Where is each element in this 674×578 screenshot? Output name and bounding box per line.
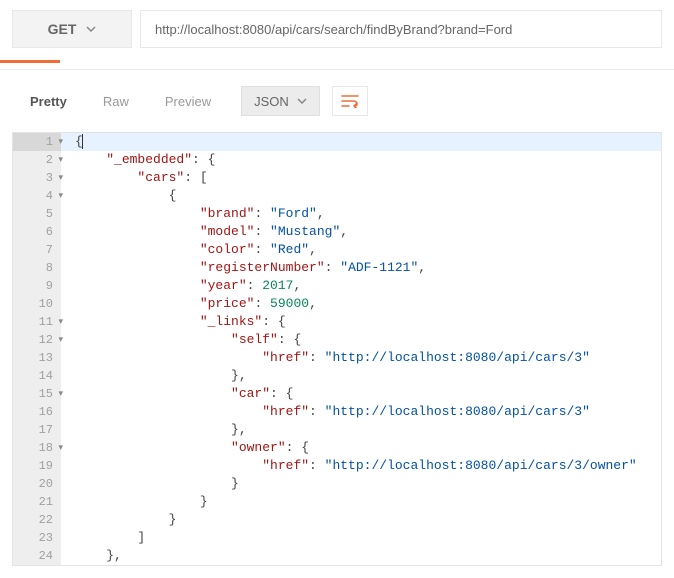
line-number: 12 [13,331,61,349]
code-content: "price": 59000, [61,295,661,313]
line-number: 24 [13,547,61,565]
code-content: "brand": "Ford", [61,205,661,223]
line-number: 9 [13,277,61,295]
line-number: 6 [13,223,61,241]
response-tabs: Pretty Raw Preview JSON [0,70,674,126]
line-number: 20 [13,475,61,493]
code-line[interactable]: 6 "model": "Mustang", [13,223,661,241]
code-content: "registerNumber": "ADF-1121", [61,259,661,277]
code-content: "cars": [ [61,169,661,187]
code-line[interactable]: 4 { [13,187,661,205]
format-dropdown[interactable]: JSON [241,86,320,116]
code-line[interactable]: 8 "registerNumber": "ADF-1121", [13,259,661,277]
code-content: }, [61,367,661,385]
line-number: 7 [13,241,61,259]
active-tab-indicator [0,60,60,63]
code-content: } [61,511,661,529]
line-number: 5 [13,205,61,223]
code-content: "_links": { [61,313,661,331]
line-number: 10 [13,295,61,313]
line-number: 4 [13,187,61,205]
code-content: "href": "http://localhost:8080/api/cars/… [61,403,661,421]
http-method-label: GET [48,21,77,37]
code-content: "href": "http://localhost:8080/api/cars/… [61,457,661,475]
code-line[interactable]: 21 } [13,493,661,511]
line-number: 8 [13,259,61,277]
code-content: "owner": { [61,439,661,457]
url-text: http://localhost:8080/api/cars/search/fi… [155,22,512,37]
chevron-down-icon [86,26,96,32]
code-line[interactable]: 9 "year": 2017, [13,277,661,295]
json-viewer[interactable]: 1{2 "_embedded": {3 "cars": [4 {5 "brand… [12,132,662,566]
url-input[interactable]: http://localhost:8080/api/cars/search/fi… [140,10,662,48]
tab-preview[interactable]: Preview [149,88,227,115]
code-line[interactable]: 19 "href": "http://localhost:8080/api/ca… [13,457,661,475]
code-content: "_embedded": { [61,151,661,169]
wrap-lines-button[interactable] [332,86,368,116]
request-bar: GET http://localhost:8080/api/cars/searc… [0,0,674,58]
format-label: JSON [254,94,289,109]
code-line[interactable]: 12 "self": { [13,331,661,349]
code-content: "model": "Mustang", [61,223,661,241]
code-content: { [61,187,661,205]
line-number: 2 [13,151,61,169]
code-content: } [61,493,661,511]
code-line[interactable]: 18 "owner": { [13,439,661,457]
code-content: ] [61,529,661,547]
code-line[interactable]: 20 } [13,475,661,493]
line-number: 3 [13,169,61,187]
line-number: 11 [13,313,61,331]
code-line[interactable]: 22 } [13,511,661,529]
code-content: } [61,475,661,493]
code-line[interactable]: 23 ] [13,529,661,547]
line-number: 1 [13,133,61,151]
code-line[interactable]: 3 "cars": [ [13,169,661,187]
code-line[interactable]: 5 "brand": "Ford", [13,205,661,223]
line-number: 22 [13,511,61,529]
code-line[interactable]: 13 "href": "http://localhost:8080/api/ca… [13,349,661,367]
code-line[interactable]: 24 }, [13,547,661,565]
code-line[interactable]: 17 }, [13,421,661,439]
line-number: 21 [13,493,61,511]
line-number: 13 [13,349,61,367]
code-line[interactable]: 14 }, [13,367,661,385]
code-content: "year": 2017, [61,277,661,295]
code-line[interactable]: 2 "_embedded": { [13,151,661,169]
code-line[interactable]: 11 "_links": { [13,313,661,331]
code-content: "self": { [61,331,661,349]
line-number: 16 [13,403,61,421]
wrap-icon [341,94,359,108]
code-line[interactable]: 10 "price": 59000, [13,295,661,313]
code-line[interactable]: 1{ [13,133,661,151]
http-method-dropdown[interactable]: GET [12,10,132,48]
line-number: 23 [13,529,61,547]
line-number: 14 [13,367,61,385]
tab-pretty[interactable]: Pretty [14,88,83,115]
code-content: }, [61,421,661,439]
code-line[interactable]: 15 "car": { [13,385,661,403]
line-number: 17 [13,421,61,439]
code-content: }, [61,547,661,565]
line-number: 15 [13,385,61,403]
code-line[interactable]: 16 "href": "http://localhost:8080/api/ca… [13,403,661,421]
code-line[interactable]: 7 "color": "Red", [13,241,661,259]
chevron-down-icon [297,98,307,104]
tab-raw[interactable]: Raw [87,88,145,115]
code-content: "href": "http://localhost:8080/api/cars/… [61,349,661,367]
line-number: 18 [13,439,61,457]
code-content: { [61,133,661,151]
code-content: "car": { [61,385,661,403]
code-content: "color": "Red", [61,241,661,259]
line-number: 19 [13,457,61,475]
